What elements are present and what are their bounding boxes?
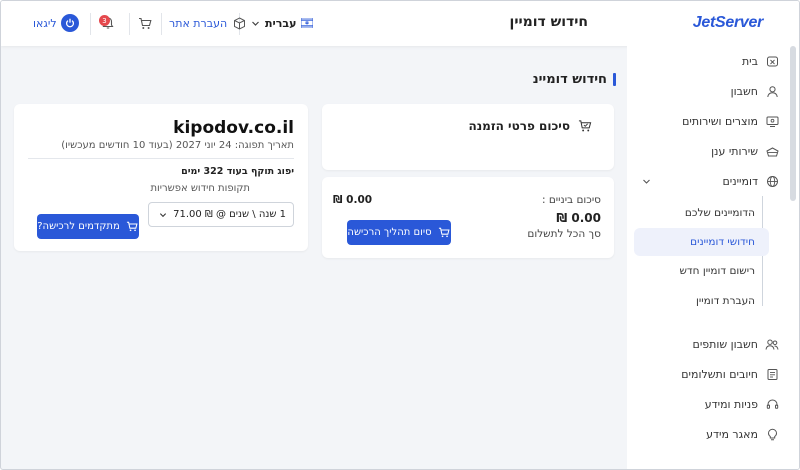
total-value: 0.00 ₪ [556, 211, 601, 225]
sidebar: בית חשבון מוצרים ושירותים שירותי ענן דומ… [627, 46, 799, 469]
sidebar-item-label: שירותי ענן [711, 144, 758, 158]
cart-icon [138, 16, 152, 30]
logout-button[interactable]: ליגאו [33, 11, 79, 35]
order-totals-card: סיכום ביניים : 0.00 ₪ 0.00 ₪ סך הכל לתשל… [322, 177, 614, 258]
cloud-icon [765, 144, 779, 158]
total-label: סך הכל לתשלום [527, 228, 601, 240]
order-summary-title-text: סיכום פרטי הזמנה [468, 119, 570, 133]
subtotal-value: 0.00 ₪ [333, 194, 373, 206]
cart-check-icon [578, 119, 592, 133]
sidebar-item-partners[interactable]: חשבון שותפים [635, 330, 785, 358]
renewal-periods-label: תקופות חידוש אפשריות [150, 183, 250, 194]
cart-icon [125, 220, 139, 234]
card-divider [28, 158, 294, 159]
sidebar-item-label: חשבון שותפים [692, 337, 758, 351]
israel-flag-icon [300, 16, 314, 30]
proceed-button-label: מתקדמים לרכישה? [37, 221, 120, 232]
sidebar-item-home[interactable]: בית [635, 47, 785, 75]
partners-icon [765, 337, 779, 351]
app-window: JetServer חידוש דומיין עברית העברת אתר 3… [0, 0, 800, 470]
invoice-icon [765, 367, 779, 381]
checkout-button-label: סיום תהליך הרכישה [347, 227, 432, 238]
sidebar-item-label: חיובים ותשלומים [681, 367, 758, 381]
sidebar-item-knowledge-base[interactable]: מאגר מידע [635, 420, 785, 448]
globe-icon [765, 174, 779, 188]
logout-label: ליגאו [33, 16, 57, 30]
renewal-period-select[interactable]: 1 שנה \ שנים @ ₪ 71.00 [148, 202, 294, 227]
checkout-button[interactable]: סיום תהליך הרכישה [347, 220, 451, 245]
header-divider [90, 13, 91, 35]
cart-icon [437, 226, 451, 240]
sidebar-item-products[interactable]: מוצרים ושירותים [635, 107, 785, 135]
chevron-down-icon [156, 208, 170, 222]
proceed-to-purchase-button[interactable]: מתקדמים לרכישה? [37, 214, 139, 239]
sidebar-item-label: בית [741, 54, 758, 68]
header-page-title: חידוש דומיין [509, 14, 588, 30]
submenu-item-register-domain[interactable]: רישום דומיין חדש [634, 257, 769, 285]
sidebar-scrollbar[interactable] [790, 46, 796, 201]
sidebar-item-label: מאגר מידע [706, 427, 758, 441]
renewal-period-value: 1 שנה \ שנים @ ₪ 71.00 [173, 209, 286, 220]
sidebar-item-label: מוצרים ושירותים [682, 114, 758, 128]
power-icon [60, 14, 79, 32]
lightbulb-icon [765, 427, 779, 441]
page-title-text: חידוש דומיינ [532, 72, 607, 87]
domain-renewal-card: kipodov.co.il תאריך תפוגה: 24 יוני 2027 … [14, 104, 308, 251]
order-summary-card: סיכום פרטי הזמנה [322, 104, 614, 170]
top-header: JetServer חידוש דומיין עברית העברת אתר 3… [1, 1, 799, 46]
page-title: חידוש דומיינ [533, 72, 616, 87]
subtotal-label: סיכום ביניים : [541, 194, 601, 206]
validity-remaining: יפוג תוקף בעוד 322 ימים [181, 166, 294, 177]
sidebar-item-label: דומיינים [722, 174, 758, 188]
header-divider [129, 13, 130, 35]
header-divider [161, 13, 162, 35]
cart-button[interactable] [138, 11, 152, 35]
title-accent-bar [613, 73, 616, 86]
domain-name: kipodov.co.il [173, 118, 294, 138]
sidebar-item-label: פניות ומידע [704, 397, 758, 411]
sidebar-item-account[interactable]: חשבון [635, 77, 785, 105]
language-selector[interactable]: עברית [248, 11, 314, 35]
headset-icon [765, 397, 779, 411]
submenu-item-my-domains[interactable]: הדומיינים שלכם [634, 199, 769, 227]
order-summary-title: סיכום פרטי הזמנה [468, 119, 592, 133]
user-icon [765, 84, 779, 98]
submenu-item-domain-renewals[interactable]: חידושי דומיינים [634, 228, 769, 256]
site-transfer-label: העברת אתר [169, 16, 228, 30]
submenu-item-transfer-domain[interactable]: העברת דומיין [634, 287, 769, 315]
notification-badge: 3 [99, 15, 110, 26]
jetserver-logo[interactable]: JetServer [693, 14, 764, 32]
sidebar-item-support[interactable]: פניות ומידע [635, 390, 785, 418]
sidebar-item-label: חשבון [730, 84, 758, 98]
expiry-date: תאריך תפוגה: 24 יוני 2027 (בעוד 10 חודשי… [61, 140, 294, 151]
home-icon [765, 54, 779, 68]
sidebar-item-domains[interactable]: דומיינים [635, 167, 785, 195]
chevron-down-icon [248, 16, 262, 30]
chevron-down-icon [639, 174, 653, 188]
sidebar-item-billing[interactable]: חיובים ותשלומים [635, 360, 785, 388]
monitor-icon [765, 114, 779, 128]
box-icon [232, 16, 246, 30]
site-transfer-link[interactable]: העברת אתר [169, 11, 246, 35]
language-label: עברית [265, 16, 297, 30]
notifications-button[interactable]: 3 [99, 11, 115, 35]
sidebar-item-cloud[interactable]: שירותי ענן [635, 137, 785, 165]
